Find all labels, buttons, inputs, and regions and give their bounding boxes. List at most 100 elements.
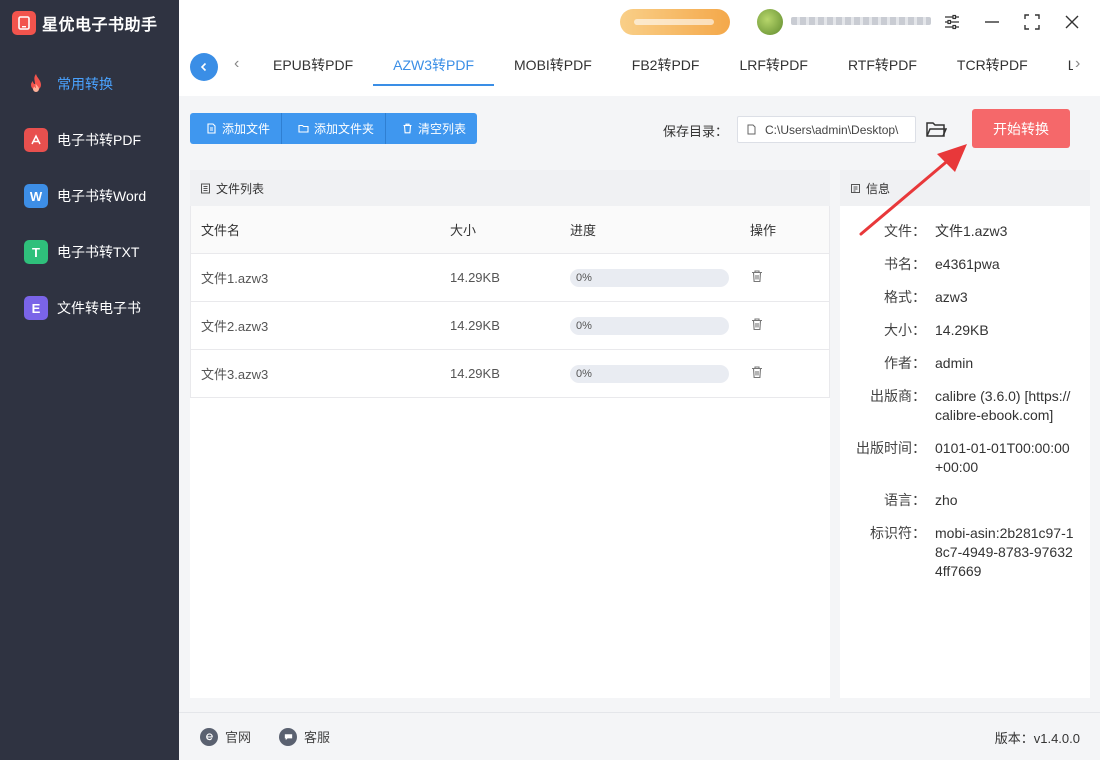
close-icon[interactable]: [1061, 11, 1083, 33]
info-row-publisher: 出版商： calibre (3.6.0) [https://calibre-ebo…: [840, 387, 1090, 425]
tab-fb2-to-pdf[interactable]: FB2转PDF: [612, 46, 720, 86]
trash-icon[interactable]: [750, 317, 764, 331]
file-icon: [747, 124, 756, 135]
clear-list-label: 清空列表: [418, 122, 467, 136]
app-title: 星优电子书助手: [42, 17, 158, 34]
file-table: 文件名 大小 进度 操作 文件1.azw3 14.29KB 0% 文件2.azw…: [190, 206, 830, 398]
column-size: 大小: [450, 223, 477, 238]
tab-tcr-to-pdf[interactable]: TCR转PDF: [937, 46, 1048, 86]
info-panel: 信息 文件： 文件1.azw3 书名： e4361pwa 格式： azw3 大小： 14…: [840, 170, 1090, 698]
file-list-panel: 文件列表 文件名 大小 进度 操作 文件1.azw3 14.29KB 0% 文件…: [190, 170, 830, 698]
table-row[interactable]: 文件1.azw3 14.29KB 0%: [191, 254, 829, 302]
info-value: 14.29KB: [935, 322, 989, 338]
table-row[interactable]: 文件2.azw3 14.29KB 0%: [191, 302, 829, 350]
sidebar-item-label: 电子书转TXT: [57, 244, 140, 260]
word-icon: W: [24, 184, 48, 208]
info-value: mobi-asin:2b281c97-18c7-4949-8783-976324…: [935, 525, 1074, 579]
info-key: 标识符：: [870, 525, 926, 541]
progress-text: 0%: [576, 319, 592, 332]
file-size: 14.29KB: [450, 366, 500, 381]
save-path-value: C:\Users\admin\Desktop\: [765, 122, 899, 137]
user-name-redacted: [791, 17, 931, 25]
browser-e-icon: [200, 727, 218, 746]
tabs: EPUB转PDF AZW3转PDF MOBI转PDF FB2转PDF LRF转P…: [253, 46, 1073, 96]
info-value: azw3: [935, 289, 968, 305]
info-key: 文件：: [884, 223, 926, 239]
add-file-label: 添加文件: [222, 122, 271, 136]
column-action: 操作: [750, 223, 777, 238]
tab-mobi-to-pdf[interactable]: MOBI转PDF: [494, 46, 612, 86]
sidebar-item-ebook-to-word[interactable]: W 电子书转Word: [0, 168, 179, 224]
file-name: 文件1.azw3: [201, 271, 269, 286]
file-name: 文件3.azw3: [201, 367, 269, 382]
table-header: 文件名 大小 进度 操作: [191, 206, 829, 254]
tab-scroll-right-icon[interactable]: ›: [1075, 55, 1080, 73]
app-brand: 星优电子书助手: [0, 0, 179, 46]
start-convert-button[interactable]: 开始转换: [972, 109, 1070, 148]
sidebar-item-label: 电子书转Word: [57, 188, 147, 204]
support-link[interactable]: 客服: [279, 727, 330, 746]
tab-epub-to-pdf[interactable]: EPUB转PDF: [253, 46, 373, 86]
minimize-icon[interactable]: [981, 11, 1003, 33]
info-key: 出版时间：: [856, 440, 926, 456]
trash-icon[interactable]: [750, 269, 764, 283]
info-value: 0101-01-01T00:00:00+00:00: [935, 440, 1070, 475]
fire-icon: [24, 72, 48, 96]
tab-rtf-to-pdf[interactable]: RTF转PDF: [828, 46, 937, 86]
sidebar-item-common[interactable]: 常用转换: [0, 56, 179, 112]
tab-bar: ‹ EPUB转PDF AZW3转PDF MOBI转PDF FB2转PDF LRF…: [179, 46, 1100, 96]
info-row-author: 作者： admin: [840, 354, 1090, 373]
website-link[interactable]: 官网: [200, 727, 251, 746]
sidebar-nav: 常用转换 电子书转PDF W 电子书转Word T 电子书转TXT E 文件转电…: [0, 56, 179, 336]
info-key: 格式：: [884, 289, 926, 305]
info-key: 大小：: [884, 322, 926, 338]
ebook-icon: E: [24, 296, 48, 320]
info-title: 信息: [866, 181, 891, 196]
progress-text: 0%: [576, 271, 592, 284]
pdf-icon: [24, 128, 48, 152]
list-icon: [201, 183, 210, 193]
info-value: zho: [935, 492, 958, 508]
tab-lit-to-pdf[interactable]: LIT转: [1048, 46, 1073, 86]
info-icon: [851, 183, 860, 193]
tab-azw3-to-pdf[interactable]: AZW3转PDF: [373, 46, 495, 86]
info-row-format: 格式： azw3: [840, 288, 1090, 307]
info-value: calibre (3.6.0) [https://calibre-ebook.c…: [935, 388, 1071, 423]
support-label: 客服: [304, 730, 331, 745]
sidebar-item-ebook-to-pdf[interactable]: 电子书转PDF: [0, 112, 179, 168]
file-size: 14.29KB: [450, 318, 500, 333]
sidebar-item-ebook-to-txt[interactable]: T 电子书转TXT: [0, 224, 179, 280]
back-button[interactable]: [190, 53, 218, 81]
version-text: 版本：v1.4.0.0: [994, 731, 1080, 746]
avatar[interactable]: [757, 9, 783, 35]
tab-lrf-to-pdf[interactable]: LRF转PDF: [719, 46, 827, 86]
save-directory-input[interactable]: C:\Users\admin\Desktop\: [737, 116, 916, 143]
tab-scroll-left-icon[interactable]: ‹: [234, 55, 239, 73]
toolbar: 添加文件 添加文件夹 清空列表: [190, 113, 478, 144]
clear-list-button[interactable]: 清空列表: [386, 113, 478, 144]
add-folder-button[interactable]: 添加文件夹: [282, 113, 387, 144]
settings-sliders-icon[interactable]: [941, 11, 963, 33]
save-directory-label: 保存目录：: [663, 124, 729, 139]
trash-icon[interactable]: [750, 365, 764, 379]
maximize-icon[interactable]: [1021, 11, 1043, 33]
file-icon: [207, 123, 216, 134]
sidebar-item-file-to-ebook[interactable]: E 文件转电子书: [0, 280, 179, 336]
table-row[interactable]: 文件3.azw3 14.29KB 0%: [191, 350, 829, 398]
promo-badge[interactable]: [620, 9, 730, 35]
add-file-button[interactable]: 添加文件: [190, 113, 283, 144]
app-logo-icon: [12, 11, 36, 35]
add-folder-label: 添加文件夹: [314, 122, 375, 136]
browse-folder-icon[interactable]: [925, 118, 948, 140]
trash-icon: [403, 123, 412, 134]
chevron-left-icon: [200, 62, 207, 72]
info-key: 出版商：: [870, 388, 926, 404]
info-row-title: 书名： e4361pwa: [840, 255, 1090, 274]
info-header: 信息: [840, 170, 1090, 206]
sidebar-item-label: 电子书转PDF: [57, 132, 141, 148]
progress-text: 0%: [576, 367, 592, 380]
txt-icon: T: [24, 240, 48, 264]
info-key: 书名：: [884, 256, 926, 272]
file-list-header: 文件列表: [190, 170, 830, 206]
info-key: 语言：: [884, 492, 926, 508]
